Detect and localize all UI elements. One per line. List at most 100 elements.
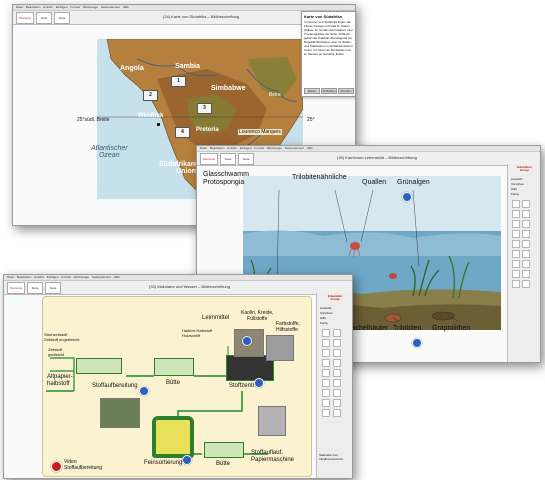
menu-item[interactable]: Datei xyxy=(16,5,23,9)
tool-icon[interactable] xyxy=(512,220,520,228)
tool-icon[interactable] xyxy=(522,270,530,278)
info-icon[interactable] xyxy=(139,386,149,396)
map-label-atlantic: Atlantischer Ozean xyxy=(91,145,128,159)
menu-item[interactable]: Ansicht xyxy=(43,5,53,9)
tool-icon[interactable] xyxy=(322,349,330,357)
menu-item[interactable]: Bearbeiten xyxy=(17,275,32,279)
label-feinsortierung: Feinsortierung xyxy=(144,460,183,466)
tool-icon[interactable] xyxy=(322,369,330,377)
tool-icon[interactable] xyxy=(512,280,520,288)
side-option[interactable]: Vorschau xyxy=(320,311,333,315)
panel-close-button[interactable]: Schließen xyxy=(321,88,337,94)
menu-item[interactable]: Format xyxy=(254,146,264,150)
side-option[interactable]: Hilfe xyxy=(320,316,326,320)
tool-icon[interactable] xyxy=(333,389,341,397)
tool-icon[interactable] xyxy=(522,240,530,248)
tool-icon[interactable] xyxy=(322,399,330,407)
tool-icon[interactable] xyxy=(333,359,341,367)
menu-item[interactable]: Seitenelement xyxy=(92,275,111,279)
menu-item[interactable]: Werkzeuge xyxy=(74,275,89,279)
tool-icon[interactable] xyxy=(522,280,530,288)
back-button[interactable]: Seite zurück xyxy=(36,12,52,24)
menu-item[interactable]: Format xyxy=(70,5,80,9)
label-glasschwamm: Glasschwamm Protospongia xyxy=(203,171,249,186)
right-sidebar: Education Group Auswahl Vorschau Hilfe F… xyxy=(507,164,540,362)
tool-icon[interactable] xyxy=(333,379,341,387)
right-sidebar: Education Group Auswahl Vorschau Hilfe F… xyxy=(316,293,352,478)
forward-button[interactable]: Seite vorwärts xyxy=(54,12,70,24)
menu-item[interactable]: Datei xyxy=(200,146,207,150)
tool-icon[interactable] xyxy=(522,210,530,218)
video-icon[interactable] xyxy=(51,461,62,472)
tool-icon[interactable] xyxy=(512,270,520,278)
panel-print-button[interactable]: Drucken xyxy=(338,88,354,94)
menu-item[interactable]: Bearbeiten xyxy=(210,146,225,150)
tool-icon[interactable] xyxy=(322,389,330,397)
tool-icon[interactable] xyxy=(522,250,530,258)
answer-box-3[interactable]: 3 xyxy=(197,103,212,114)
menu-item[interactable]: Einfügen xyxy=(240,146,252,150)
info-icon[interactable] xyxy=(254,378,264,388)
label-hadern: Hadern-Halbstoff Holzschliff xyxy=(182,328,213,338)
home-button[interactable]: Startseite xyxy=(16,12,34,24)
tool-icon[interactable] xyxy=(322,409,330,417)
label-buette-2: Bütte xyxy=(216,461,231,467)
side-option[interactable]: Fertig xyxy=(320,321,328,325)
tool-icon[interactable] xyxy=(512,210,520,218)
tool-icon[interactable] xyxy=(322,359,330,367)
answer-box-4[interactable]: 4 xyxy=(175,127,190,138)
side-option[interactable]: Vorschau xyxy=(511,182,524,186)
side-option[interactable]: Auswahl xyxy=(320,306,331,310)
forward-button[interactable]: Seite vorwärts xyxy=(45,282,61,294)
tool-icon[interactable] xyxy=(522,220,530,228)
menu-item[interactable]: Datei xyxy=(7,275,14,279)
menu-item[interactable]: Einfügen xyxy=(47,275,59,279)
menu-item[interactable]: Werkzeuge xyxy=(267,146,282,150)
menu-item[interactable]: Seitenelement xyxy=(285,146,304,150)
tool-icon[interactable] xyxy=(322,379,330,387)
window-title: (24) Karte von Südafrika – Bildbeschrift… xyxy=(163,14,240,19)
menu-item[interactable]: Seitenelement xyxy=(101,5,120,9)
info-icon[interactable] xyxy=(412,338,422,348)
tool-icon[interactable] xyxy=(512,250,520,258)
side-option[interactable]: Auswahl xyxy=(511,177,522,181)
side-option[interactable]: Hilfe xyxy=(511,187,517,191)
home-button[interactable]: Startseite xyxy=(7,282,25,294)
menu-item[interactable]: Ansicht xyxy=(34,275,44,279)
tool-icon[interactable] xyxy=(333,369,341,377)
info-icon[interactable] xyxy=(182,455,192,465)
map-label-beira: Beira xyxy=(269,92,281,98)
tool-icon[interactable] xyxy=(333,349,341,357)
home-button[interactable]: Startseite xyxy=(200,153,218,165)
tool-icon[interactable] xyxy=(512,260,520,268)
forward-button[interactable]: Seite vorwärts xyxy=(238,153,254,165)
menu-item[interactable]: Einfügen xyxy=(56,5,68,9)
tool-icon[interactable] xyxy=(333,399,341,407)
tool-icon[interactable] xyxy=(322,339,330,347)
menu-item[interactable]: Bearbeiten xyxy=(26,5,41,9)
menu-item[interactable]: Hilfe xyxy=(123,5,129,9)
tool-icon[interactable] xyxy=(522,260,530,268)
tool-icon[interactable] xyxy=(512,200,520,208)
tool-icon[interactable] xyxy=(333,329,341,337)
answer-box-1[interactable]: 1 xyxy=(171,76,186,87)
answer-box-2[interactable]: 2 xyxy=(143,90,158,101)
back-button[interactable]: Seite zurück xyxy=(220,153,236,165)
back-button[interactable]: Seite zurück xyxy=(27,282,43,294)
menu-item[interactable]: Ansicht xyxy=(227,146,237,150)
info-icon[interactable] xyxy=(402,192,412,202)
tool-icon[interactable] xyxy=(333,339,341,347)
menu-item[interactable]: Format xyxy=(61,275,71,279)
tool-icon[interactable] xyxy=(512,230,520,238)
tool-icon[interactable] xyxy=(522,230,530,238)
tool-icon[interactable] xyxy=(512,240,520,248)
menu-item[interactable]: Hilfe xyxy=(114,275,120,279)
tool-icon[interactable] xyxy=(522,200,530,208)
menu-item[interactable]: Werkzeuge xyxy=(83,5,98,9)
panel-next-button[interactable]: Weiter xyxy=(304,88,320,94)
side-option[interactable]: Fertig xyxy=(511,192,519,196)
menu-item[interactable]: Hilfe xyxy=(307,146,313,150)
tool-icon[interactable] xyxy=(322,329,330,337)
info-icon[interactable] xyxy=(242,336,252,346)
tool-icon[interactable] xyxy=(333,409,341,417)
